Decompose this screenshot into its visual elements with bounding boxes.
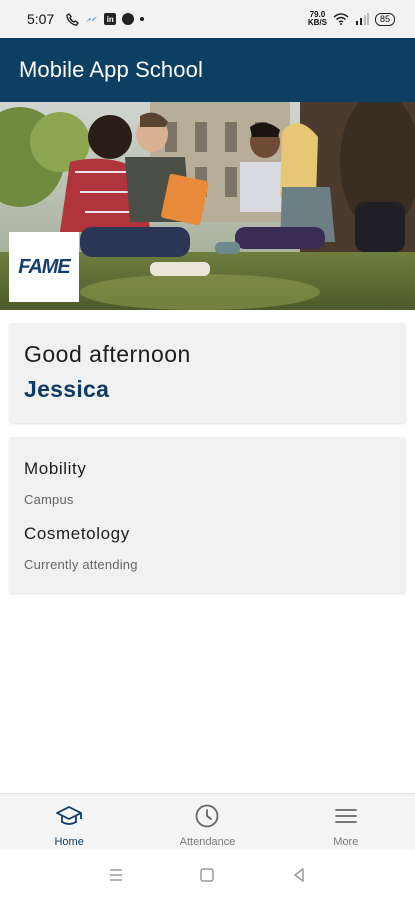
hero-image: FAME bbox=[0, 102, 415, 310]
recent-apps-button[interactable] bbox=[101, 860, 131, 890]
info-item-title: Cosmetology bbox=[24, 524, 130, 543]
program-info-card: Mobility Campus Cosmetology Currently at… bbox=[9, 437, 406, 593]
nav-label-attendance: Attendance bbox=[179, 836, 236, 848]
nav-label-home: Home bbox=[54, 836, 84, 848]
network-speed: 79.0 KB/S bbox=[308, 11, 327, 27]
system-status-icons: 79.0 KB/S 85 bbox=[308, 11, 395, 27]
app-bar: Mobile App School bbox=[0, 38, 415, 102]
school-logo-text: FAME bbox=[18, 255, 71, 278]
graduation-cap-icon bbox=[55, 802, 83, 830]
messenger-icon bbox=[85, 13, 98, 26]
nav-label-more: More bbox=[333, 836, 359, 848]
home-square-icon bbox=[200, 868, 215, 882]
user-name: Jessica bbox=[24, 376, 110, 402]
info-item-subtitle: Campus bbox=[24, 492, 74, 507]
notification-icons: in bbox=[66, 12, 145, 26]
home-button[interactable] bbox=[192, 860, 222, 890]
nav-item-attendance[interactable]: Attendance bbox=[138, 794, 276, 850]
signal-icon bbox=[355, 13, 369, 25]
clock-icon bbox=[193, 802, 221, 830]
info-item-title: Mobility bbox=[24, 459, 87, 478]
nav-item-home[interactable]: Home bbox=[0, 794, 138, 850]
menu-icon bbox=[332, 802, 360, 830]
battery-icon: 85 bbox=[374, 12, 395, 26]
back-triangle-icon bbox=[294, 868, 304, 882]
network-speed-unit: KB/S bbox=[307, 18, 327, 27]
nav-item-more[interactable]: More bbox=[277, 794, 415, 850]
linkedin-icon: in bbox=[104, 13, 117, 25]
dot-icon bbox=[140, 17, 145, 21]
recent-apps-icon bbox=[109, 869, 122, 881]
status-time: 5:07 bbox=[27, 11, 55, 27]
back-button[interactable] bbox=[284, 860, 314, 890]
wifi-icon bbox=[333, 13, 349, 25]
status-bar: 5:07 in 79.0 KB/S 85 bbox=[0, 0, 415, 38]
greeting-text: Good afternoon bbox=[24, 341, 191, 367]
info-item-subtitle: Currently attending bbox=[24, 557, 138, 572]
app-title: Mobile App School bbox=[19, 57, 203, 82]
whatsapp-icon bbox=[122, 13, 135, 25]
call-icon bbox=[66, 12, 80, 26]
system-navigation-bar bbox=[0, 850, 415, 900]
app-screen: 5:07 in 79.0 KB/S 85 Mobile App School F… bbox=[0, 0, 415, 900]
greeting-card: Good afternoon Jessica bbox=[9, 323, 406, 423]
bottom-navigation: Home Attendance More bbox=[0, 793, 415, 850]
school-logo: FAME bbox=[9, 232, 79, 302]
